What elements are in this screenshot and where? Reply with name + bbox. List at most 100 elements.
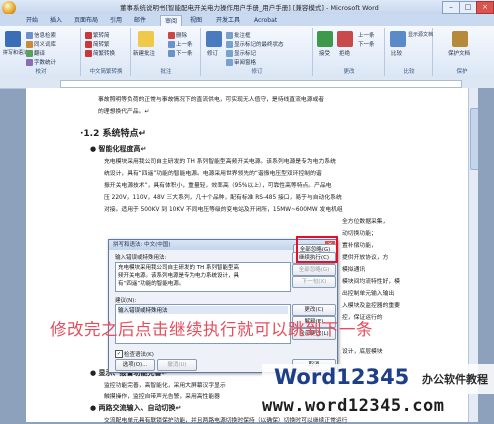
track-changes-button[interactable]: 修订: [207, 49, 218, 57]
doc-line: 提供开放协议，方: [342, 255, 389, 261]
group-label-comments: 批注: [160, 69, 172, 75]
thesaurus-button[interactable]: 同义词库: [26, 40, 56, 48]
new-comment-button[interactable]: 新建批注: [133, 49, 155, 57]
ribbon-tabs: 开始 插入 页面布局 引用 邮件 审阅 视图 开发工具 Acrobat: [0, 14, 494, 27]
show-source-button[interactable]: 显示源文档: [408, 31, 433, 38]
group-label-changes: 更改: [343, 69, 355, 75]
track-changes-icon[interactable]: [206, 31, 222, 47]
doc-line: 触摸操作，监控自带声光告警，采用高性能器: [104, 394, 220, 400]
lock-icon[interactable]: [452, 31, 468, 47]
new-comment-icon[interactable]: [138, 31, 154, 47]
doc-line: 出控制单元输入输出: [342, 291, 395, 297]
prev-change-button[interactable]: 上一条: [358, 31, 375, 39]
highlight-box: [296, 236, 338, 263]
prev-icon: [168, 41, 175, 48]
next-icon: [168, 50, 175, 57]
accept-button[interactable]: 接受: [319, 49, 330, 57]
translate-icon: [26, 50, 33, 57]
suggestions-label: 建议(N):: [115, 298, 137, 304]
doc-line: 充电模块采用我公司自主研发的 TH 系列智能型高频开关电源。该系列电源是专为电力…: [104, 159, 336, 165]
group-label-chinese: 中文简繁转换: [89, 69, 123, 75]
tab-view[interactable]: 视图: [186, 15, 206, 26]
error-text-line: 频开关电源。该系列电源是专为电力系统设计，具: [118, 273, 240, 279]
compare-button[interactable]: 比较: [391, 49, 402, 57]
group-chinese: 繁转简 简转繁 简繁转换 中文简繁转换: [82, 28, 131, 76]
simp-to-trad-button[interactable]: 简转繁: [85, 40, 110, 48]
display-mode-select[interactable]: 显示标记的最终状态: [226, 40, 284, 48]
display-icon: [226, 41, 233, 48]
window-title: 董事系统说明书[智能配电开关电力操作用户手册_用户手册] [兼容模式] - Mi…: [120, 4, 379, 12]
next-change-button[interactable]: 下一条: [358, 40, 375, 48]
error-text-line: 充电模块采用我公司自主研发的 TH 系列智能型高: [118, 265, 239, 271]
markup-icon: [226, 50, 233, 57]
options-button[interactable]: 选项(O)...: [115, 359, 155, 371]
doc-line: 动切换功能；: [342, 231, 377, 237]
tab-home[interactable]: 开始: [22, 15, 42, 26]
reviewing-pane-button[interactable]: 审阅窗格: [226, 58, 256, 66]
doc-line: 振开关电源技术”，具有体积小，重量轻，效率高（95%以上），可靠性高等特点。产品…: [104, 183, 332, 189]
ignore-button[interactable]: 全部忽略(G): [292, 264, 336, 276]
doc-line: 入模块及监控器的重要: [342, 303, 400, 309]
doc-line: 设计，底层模块: [342, 349, 383, 355]
doc-line: 监控功能完善，高智能化，采用大屏幕汉字显示: [104, 383, 226, 389]
change-button[interactable]: 更改(C): [292, 304, 336, 316]
delete-comment-button[interactable]: 删除: [168, 31, 187, 39]
doc-line: 压 220V，110V，48V 三大系列，几十个品种，配有标准 RS-485 接…: [104, 195, 342, 201]
error-text-box[interactable]: 充电模块采用我公司自主研发的 TH 系列智能型高 频开关电源。该系列电源是专为电…: [115, 262, 291, 292]
annotation-text: 修改完之后点击继续执行就可以跳到下一条: [50, 320, 373, 339]
tab-developer[interactable]: 开发工具: [212, 15, 244, 26]
tab-page-layout[interactable]: 页面布局: [70, 15, 102, 26]
sub-heading: ● 智能化程度高↵: [90, 145, 147, 153]
group-tracking: 修订 批注框 显示标记的最终状态 显示标记 审阅窗格 修订: [202, 28, 313, 76]
doc-line: 事故照明等负荷的正常与事故情况下的直流供电，可实现无人值守，是待线直流电源或者: [98, 97, 325, 103]
doc-line: 对接。适用于 500KV 到 10KV 不同电压等级的变电站及开闭所，15MW~…: [104, 207, 343, 213]
compare-icon[interactable]: [390, 31, 406, 47]
group-compare: 比较 显示源文档 比较: [386, 28, 433, 76]
trad-to-simp-button[interactable]: 繁转简: [85, 31, 110, 39]
prev-comment-button[interactable]: 上一条: [168, 40, 193, 48]
convert-icon: [85, 50, 92, 57]
minimize-button[interactable]: –: [442, 1, 460, 14]
group-label-tracking: 修订: [251, 69, 263, 75]
close-button[interactable]: ×: [476, 1, 494, 14]
spelling-icon[interactable]: [5, 31, 21, 47]
group-label-proofing: 校对: [35, 69, 47, 75]
ribbon: 拼写和语法 信息检索 同义词库 翻译 字数统计 校对 繁转简 简转繁 简繁转换 …: [0, 26, 494, 79]
next-sentence-button[interactable]: 下一句(X): [292, 276, 336, 288]
balloons-button[interactable]: 批注框: [226, 31, 251, 39]
watermark-logo: Word12345 办公软件教程: [262, 364, 494, 394]
word-count-button[interactable]: 字数统计: [26, 58, 56, 66]
research-icon: [26, 32, 33, 39]
ruler-scale[interactable]: [60, 80, 462, 88]
bullet-icon: ●: [90, 369, 99, 377]
group-label-protect: 保护: [456, 69, 468, 75]
check-grammar-checkbox[interactable]: ✓: [115, 350, 123, 358]
group-label-compare: 比较: [403, 69, 415, 75]
tab-insert[interactable]: 插入: [46, 15, 66, 26]
tab-acrobat[interactable]: Acrobat: [250, 15, 281, 26]
translate-button[interactable]: 翻译: [26, 49, 45, 57]
research-button[interactable]: 信息检索: [26, 31, 56, 39]
maximize-button[interactable]: □: [459, 1, 477, 14]
simp-trad-icon: [85, 41, 92, 48]
suggestion-item[interactable]: 输入错误或特殊用法: [118, 306, 288, 314]
next-comment-button[interactable]: 下一条: [168, 49, 193, 57]
doc-line: 的理想换代产品。↵: [98, 109, 150, 115]
office-button[interactable]: [2, 1, 16, 15]
reject-icon[interactable]: [337, 31, 353, 47]
reject-button[interactable]: 拒绝: [339, 49, 350, 57]
watermark-subtitle: 办公软件教程: [422, 373, 488, 386]
show-markup-button[interactable]: 显示标记: [226, 49, 256, 57]
tab-mailings[interactable]: 邮件: [130, 15, 150, 26]
tab-references[interactable]: 引用: [106, 15, 126, 26]
doc-line: 全方位数据采集，: [342, 219, 389, 225]
convert-button[interactable]: 简繁转换: [85, 49, 115, 57]
accept-icon[interactable]: [317, 31, 333, 47]
watermark-url: www.word12345.com: [262, 396, 445, 416]
balloons-icon: [226, 32, 233, 39]
doc-line: 模拟通讯: [342, 267, 366, 273]
spelling-button[interactable]: 拼写和语法: [3, 49, 28, 56]
protect-document-button[interactable]: 保护文档: [448, 49, 470, 57]
bullet-icon: ●: [90, 404, 99, 412]
undo-button[interactable]: 撤消(U): [157, 359, 197, 371]
